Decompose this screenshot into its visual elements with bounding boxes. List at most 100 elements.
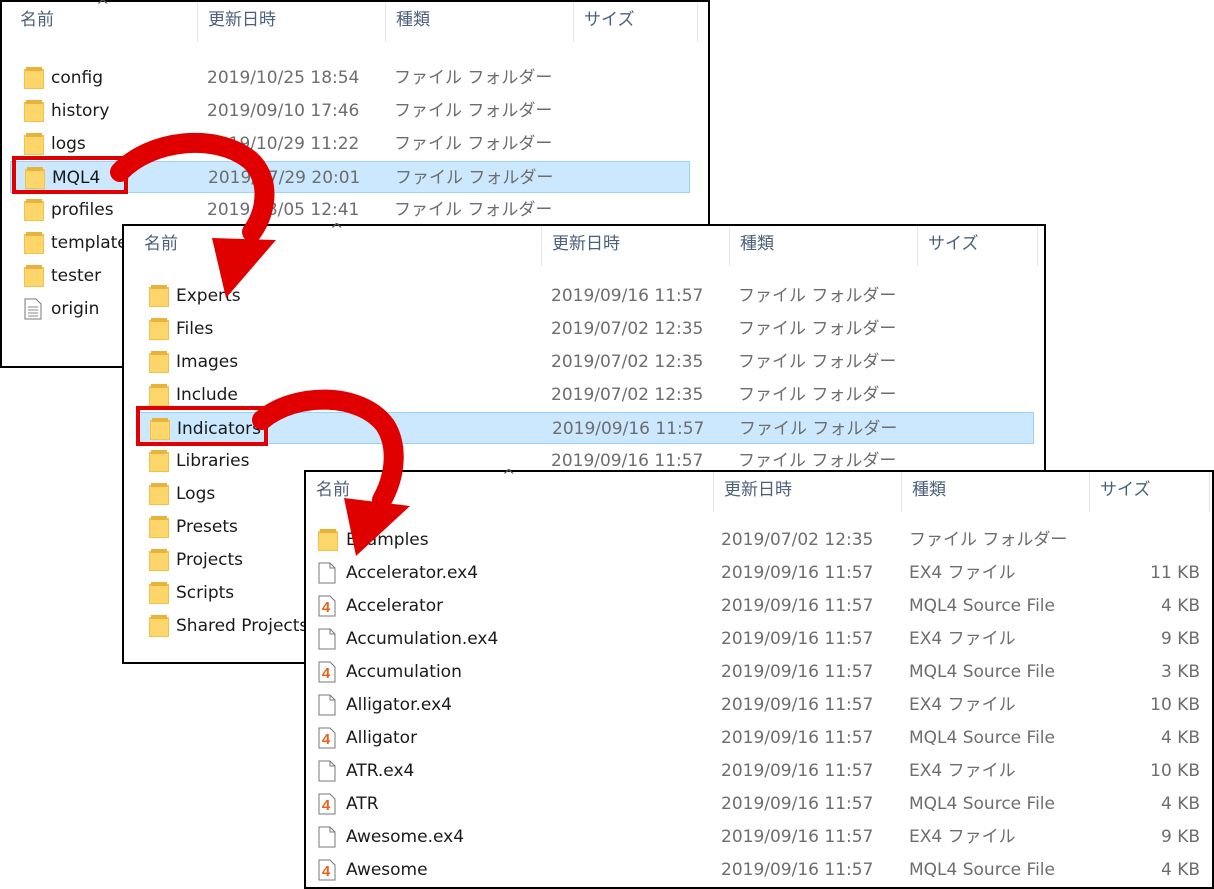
svg-text:4: 4 <box>322 731 331 748</box>
modified-date: 2019/09/10 17:46 <box>207 101 360 121</box>
column-header-bar: ^ 名前 更新日時 種類 サイズ <box>306 468 1212 512</box>
file-type: MQL4 Source File <box>909 794 1055 814</box>
list-item[interactable]: config 2019/10/25 18:54 ファイル フォルダー <box>2 62 708 94</box>
file-type: ファイル フォルダー <box>739 419 898 439</box>
file-name: origin <box>51 299 100 319</box>
file-name: Accumulation <box>346 662 462 682</box>
blank-file-icon <box>318 562 336 589</box>
file-size: 9 KB <box>1160 827 1200 847</box>
file-size: 4 KB <box>1160 794 1200 814</box>
blank-file-icon <box>318 694 336 721</box>
list-item[interactable]: history 2019/09/10 17:46 ファイル フォルダー <box>2 95 708 127</box>
folder-icon <box>149 351 169 378</box>
explorer-panel-indicators: ^ 名前 更新日時 種類 サイズ Examples 2019/07/02 12:3… <box>304 468 1214 889</box>
column-header-date[interactable]: 更新日時 <box>542 226 730 266</box>
list-item[interactable]: Accelerator.ex4 2019/09/16 11:57 EX4 ファイル 1… <box>306 557 1212 589</box>
file-type: ファイル フォルダー <box>738 286 897 306</box>
list-item[interactable]: Accumulation.ex4 2019/09/16 11:57 EX4 ファイル… <box>306 623 1212 655</box>
file-name: Images <box>176 352 239 372</box>
file-name: Logs <box>176 484 216 504</box>
file-name: profiles <box>51 200 114 220</box>
modified-date: 2019/07/02 12:35 <box>551 385 704 405</box>
file-type: MQL4 Source File <box>909 596 1055 616</box>
modified-date: 2019/09/16 11:57 <box>721 662 874 682</box>
file-name: Scripts <box>176 583 235 603</box>
file-name: Alligator <box>346 728 418 748</box>
file-name: ATR <box>346 794 379 814</box>
file-size: 4 KB <box>1160 860 1200 880</box>
column-header-name[interactable]: 名前 <box>134 226 542 266</box>
highlight-box-mql4 <box>12 156 128 194</box>
file-size: 9 KB <box>1160 629 1200 649</box>
column-header-size[interactable]: サイズ <box>1090 472 1210 512</box>
modified-date: 2019/09/16 11:57 <box>721 794 874 814</box>
folder-icon <box>149 516 169 543</box>
file-name: Experts <box>176 286 241 306</box>
modified-date: 2019/09/16 11:57 <box>551 286 704 306</box>
list-item[interactable]: Indicators 2019/09/16 11:57 ファイル フォルダー <box>138 412 1034 444</box>
list-item[interactable]: Examples 2019/07/02 12:35 ファイル フォルダー <box>306 524 1212 556</box>
column-header-bar: ^ 名前 更新日時 種類 サイズ <box>124 222 1044 266</box>
file-size: 10 KB <box>1150 761 1200 781</box>
column-header-date[interactable]: 更新日時 <box>714 472 902 512</box>
list-item[interactable]: 4 Accumulation 2019/09/16 11:57 MQL4 Source… <box>306 656 1212 688</box>
blank-file-icon <box>318 628 336 655</box>
file-type: EX4 ファイル <box>909 563 1016 583</box>
file-name: Accelerator.ex4 <box>346 563 479 583</box>
list-item[interactable]: Images 2019/07/02 12:35 ファイル フォルダー <box>124 346 1044 378</box>
modified-date: 2019/09/16 11:57 <box>552 419 705 439</box>
folder-icon <box>149 318 169 345</box>
modified-date: 2019/07/02 12:35 <box>551 319 704 339</box>
file-size: 3 KB <box>1160 662 1200 682</box>
modified-date: 2019/07/02 12:35 <box>721 530 874 550</box>
list-item[interactable]: 4 ATR 2019/09/16 11:57 MQL4 Source File 4 KB <box>306 788 1212 820</box>
column-header-type[interactable]: 種類 <box>730 226 918 266</box>
svg-text:4: 4 <box>322 797 331 814</box>
column-header-type[interactable]: 種類 <box>902 472 1090 512</box>
file-type: ファイル フォルダー <box>738 319 897 339</box>
column-header-size[interactable]: サイズ <box>918 226 1038 266</box>
mql4-file-icon: 4 <box>318 595 336 622</box>
column-header-size[interactable]: サイズ <box>574 2 698 42</box>
column-header-type[interactable]: 種類 <box>386 2 574 42</box>
list-item[interactable]: 4 Accelerator 2019/09/16 11:57 MQL4 Source … <box>306 590 1212 622</box>
file-name: Alligator.ex4 <box>346 695 452 715</box>
mql4-file-icon: 4 <box>318 859 336 886</box>
file-name: Files <box>176 319 214 339</box>
svg-text:4: 4 <box>322 863 331 880</box>
mql4-file-icon: 4 <box>318 727 336 754</box>
file-type: EX4 ファイル <box>909 761 1016 781</box>
file-name: Accumulation.ex4 <box>346 629 499 649</box>
folder-icon <box>149 285 169 312</box>
file-name: history <box>51 101 110 121</box>
modified-date: 2019/09/16 11:57 <box>721 563 874 583</box>
folder-icon <box>24 100 44 127</box>
file-name: Presets <box>176 517 238 537</box>
list-item[interactable]: 4 Alligator 2019/09/16 11:57 MQL4 Source Fi… <box>306 722 1212 754</box>
file-type: EX4 ファイル <box>909 629 1016 649</box>
list-item[interactable]: ATR.ex4 2019/09/16 11:57 EX4 ファイル 10 KB <box>306 755 1212 787</box>
list-item[interactable]: 4 Awesome 2019/09/16 11:57 MQL4 Source File… <box>306 854 1212 886</box>
column-header-date[interactable]: 更新日時 <box>198 2 386 42</box>
modified-date: 2019/09/16 11:57 <box>721 629 874 649</box>
list-item[interactable]: profiles 2019/08/05 12:41 ファイル フォルダー <box>2 194 708 226</box>
list-item[interactable]: Awesome.ex4 2019/09/16 11:57 EX4 ファイル 9 KB <box>306 821 1212 853</box>
folder-icon <box>318 529 338 556</box>
column-header-name[interactable]: 名前 <box>10 2 198 42</box>
column-header-name[interactable]: 名前 <box>306 472 714 512</box>
list-item[interactable]: Experts 2019/09/16 11:57 ファイル フォルダー <box>124 280 1044 312</box>
file-name: Shared Projects <box>176 616 309 636</box>
modified-date: 2019/10/29 11:22 <box>207 134 360 154</box>
modified-date: 2019/09/16 11:57 <box>721 695 874 715</box>
file-type: ファイル フォルダー <box>394 68 553 88</box>
file-type: EX4 ファイル <box>909 695 1016 715</box>
folder-icon <box>149 549 169 576</box>
file-name: Examples <box>346 530 429 550</box>
list-item[interactable]: Alligator.ex4 2019/09/16 11:57 EX4 ファイル 10 … <box>306 689 1212 721</box>
file-type: ファイル フォルダー <box>909 530 1068 550</box>
file-size: 4 KB <box>1160 728 1200 748</box>
modified-date: 2019/09/16 11:57 <box>721 860 874 880</box>
file-type: ファイル フォルダー <box>738 352 897 372</box>
text-file-icon <box>24 298 42 325</box>
list-item[interactable]: Files 2019/07/02 12:35 ファイル フォルダー <box>124 313 1044 345</box>
